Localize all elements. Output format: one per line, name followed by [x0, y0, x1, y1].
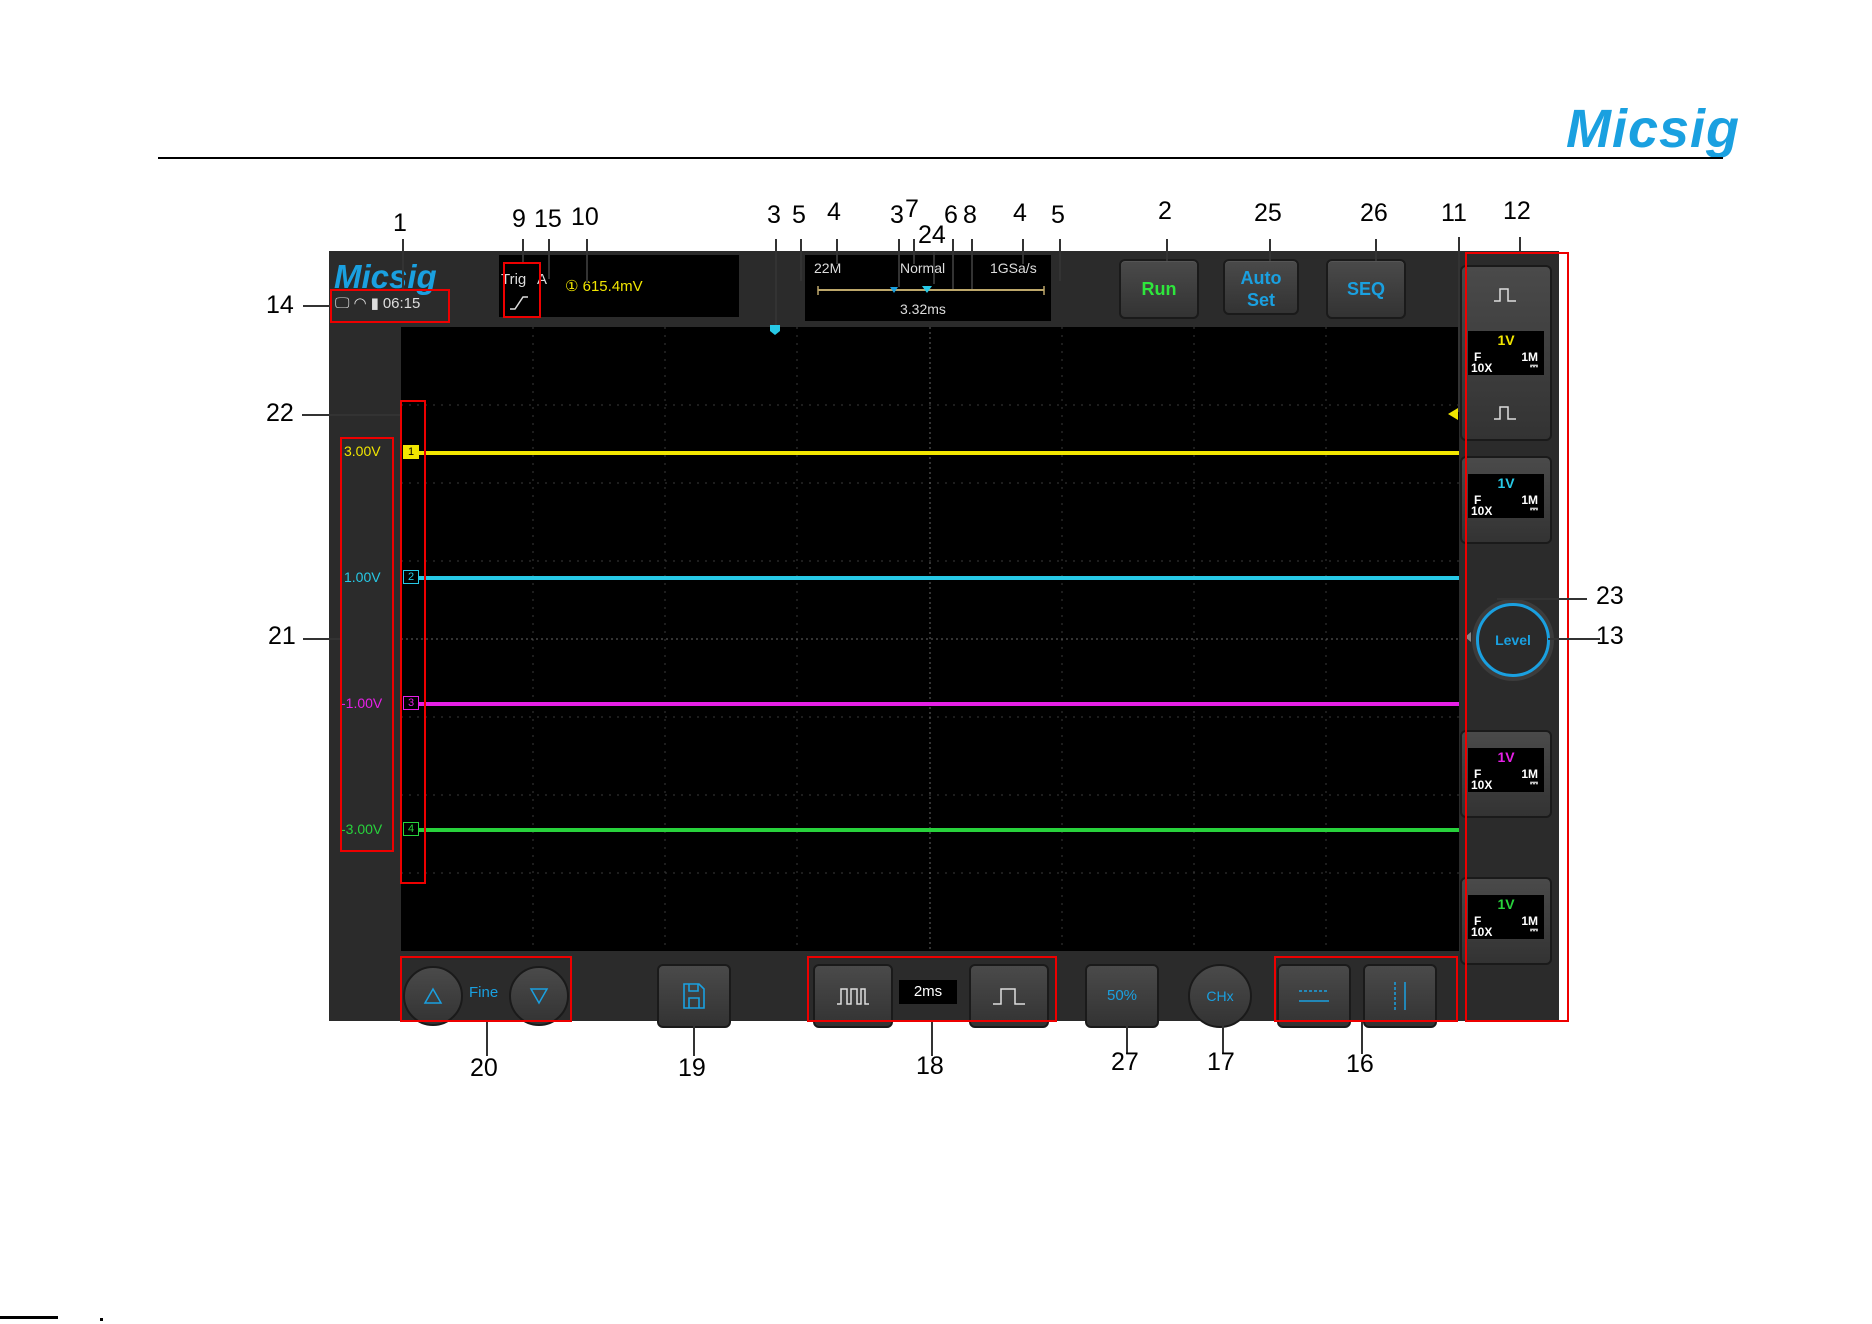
leader-22: [302, 414, 400, 416]
run-button[interactable]: Run: [1119, 259, 1199, 319]
leader-5a: [800, 239, 802, 281]
callout-25: 25: [1254, 199, 1282, 227]
leader-21: [303, 638, 340, 640]
sample-rate: 1GSa/s: [990, 260, 1037, 276]
leader-4a: [836, 239, 838, 264]
callout-22: 22: [266, 399, 294, 427]
callout-18: 18: [916, 1052, 944, 1080]
callout-box-timebase: [807, 956, 1057, 1022]
leader-4b: [1022, 239, 1024, 264]
oscilloscope-screen: Micsig 🖵 ◠ ▮ 06:15 Trig A ① 615.4mV 22M Nor…: [329, 251, 1559, 1028]
callout-24: 24: [918, 221, 946, 249]
leader-19: [693, 1022, 695, 1056]
leader-12: [1519, 237, 1521, 252]
leader-9: [522, 239, 524, 262]
leader-24: [933, 252, 935, 284]
callout-21: 21: [268, 622, 296, 650]
leader-14: [303, 305, 330, 307]
trigger-position-marker: [890, 287, 898, 293]
leader-15: [548, 239, 550, 279]
callout-10: 10: [571, 203, 599, 231]
waveform-grid: [401, 327, 1459, 951]
callout-13: 13: [1596, 622, 1624, 650]
callout-2: 2: [1158, 197, 1172, 225]
leader-7: [913, 239, 915, 264]
callout-3b: 3: [890, 201, 904, 229]
callout-5b: 5: [1051, 201, 1065, 229]
callout-11: 11: [1441, 199, 1467, 227]
save-file-icon: [683, 983, 705, 1009]
leader-25: [1269, 239, 1271, 261]
leader-3b: [898, 239, 900, 287]
callout-17: 17: [1207, 1048, 1235, 1076]
trigger-level-readout: ① 615.4mV: [565, 277, 643, 295]
leader-1: [402, 239, 404, 289]
trigger-source-glyph: ①: [565, 278, 579, 295]
callout-15: 15: [534, 205, 562, 233]
leader-23: [1497, 598, 1587, 600]
callout-5a: 5: [792, 201, 806, 229]
trigger-level-value: 615.4mV: [582, 278, 643, 295]
callout-box-offsets: [340, 437, 394, 852]
leader-3a: [775, 239, 777, 325]
callout-6: 6: [944, 201, 958, 229]
footer-mark: [0, 1316, 58, 1319]
screen-center-marker: [922, 286, 932, 293]
save-button[interactable]: [657, 964, 731, 1028]
callout-4a: 4: [827, 198, 841, 226]
callout-1: 1: [393, 209, 407, 237]
leader-2: [1166, 239, 1168, 261]
callout-12: 12: [1503, 197, 1531, 225]
callout-box-status: [330, 289, 450, 323]
callout-box-channel-panel: [1465, 252, 1569, 1022]
auto-set-line1: Auto: [1240, 268, 1282, 288]
leader-10: [586, 239, 588, 283]
leader-11: [1458, 237, 1460, 412]
leader-8: [971, 239, 973, 289]
callout-19: 19: [678, 1054, 706, 1082]
fifty-percent-button[interactable]: 50%: [1085, 964, 1159, 1028]
callout-14: 14: [266, 291, 294, 319]
leader-6: [952, 239, 954, 289]
auto-set-line2: Set: [1246, 290, 1275, 310]
leader-5b: [1059, 239, 1061, 281]
callout-20: 20: [470, 1054, 498, 1082]
auto-set-button[interactable]: Auto Set: [1223, 259, 1299, 315]
trigger-delay: 3.32ms: [900, 301, 946, 317]
callout-9: 9: [512, 205, 526, 233]
callout-27: 27: [1111, 1048, 1139, 1076]
callout-7: 7: [905, 195, 919, 223]
callout-8: 8: [963, 201, 977, 229]
leader-13: [1548, 638, 1600, 640]
callout-16: 16: [1346, 1050, 1374, 1078]
leader-18: [931, 1022, 933, 1056]
callout-box-fine: [400, 956, 572, 1022]
callout-box-cursor: [1274, 956, 1458, 1022]
header-divider: [158, 157, 1723, 159]
callout-23: 23: [1596, 582, 1624, 610]
trigger-time-marker-icon[interactable]: [769, 324, 781, 336]
leader-20: [486, 1022, 488, 1056]
callout-box-trigger-type: [503, 262, 541, 318]
callout-box-markers: [400, 400, 426, 884]
leader-26: [1375, 239, 1377, 261]
waveform-display[interactable]: [401, 327, 1459, 951]
seq-button[interactable]: SEQ: [1326, 259, 1406, 319]
document-brand-logo: Micsig: [1566, 99, 1741, 159]
memory-bar-markers: [817, 286, 1045, 295]
acquire-mode: Normal: [900, 260, 946, 276]
callout-3a: 3: [767, 201, 781, 229]
footer-dot: [100, 1318, 103, 1321]
channel-select-button[interactable]: CHx: [1188, 964, 1252, 1028]
callout-4b: 4: [1013, 199, 1027, 227]
callout-26: 26: [1360, 199, 1388, 227]
